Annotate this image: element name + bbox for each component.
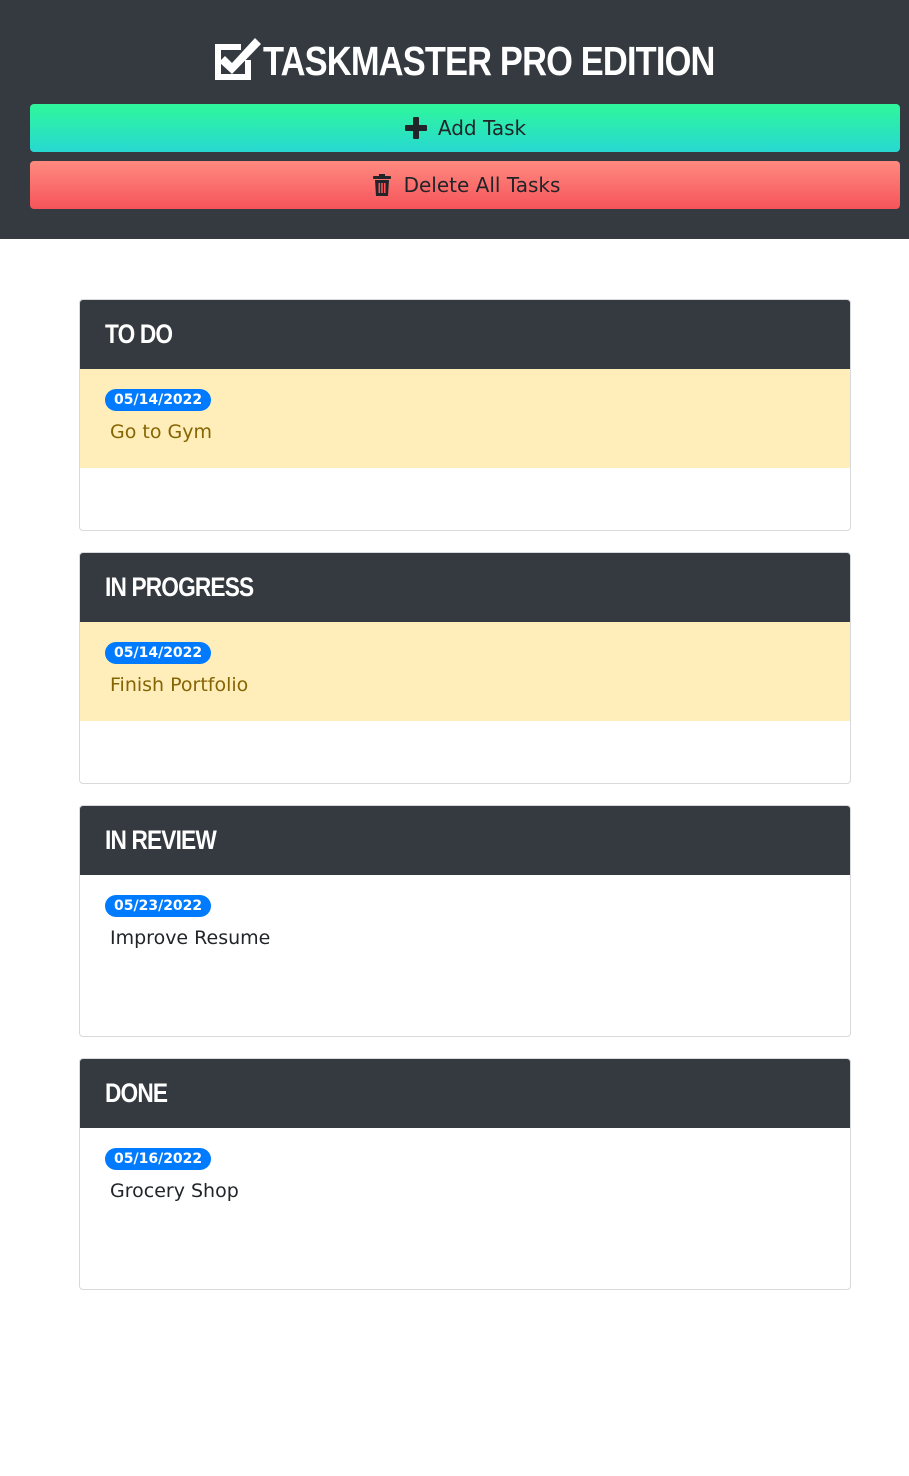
- task-columns: To Do 05/14/2022 Go to Gym In Progress 0…: [79, 299, 851, 1311]
- column-done: Done 05/16/2022 Grocery Shop: [79, 1058, 851, 1290]
- column-title: In Progress: [105, 572, 254, 602]
- task-date-badge[interactable]: 05/16/2022: [105, 1148, 212, 1170]
- column-header: In Progress: [80, 553, 850, 622]
- task-text[interactable]: Go to Gym: [110, 421, 850, 443]
- delete-all-tasks-button[interactable]: Delete All Tasks: [30, 161, 900, 209]
- check-square-icon: [214, 38, 261, 80]
- column-header: To Do: [80, 300, 850, 369]
- app-title: Taskmaster Pro Edition: [262, 37, 715, 84]
- task-item[interactable]: 05/14/2022 Finish Portfolio: [80, 622, 850, 721]
- column-in-review: In Review 05/23/2022 Improve Resume: [79, 805, 851, 1037]
- task-text[interactable]: Grocery Shop: [110, 1180, 850, 1202]
- task-item[interactable]: 05/23/2022 Improve Resume: [80, 875, 850, 974]
- column-title: In Review: [105, 825, 217, 855]
- column-header: Done: [80, 1059, 850, 1128]
- task-item[interactable]: 05/16/2022 Grocery Shop: [80, 1128, 850, 1227]
- add-task-button[interactable]: Add Task: [30, 104, 900, 152]
- task-date-badge[interactable]: 05/14/2022: [105, 642, 212, 664]
- column-title: To Do: [105, 319, 173, 349]
- task-item[interactable]: 05/14/2022 Go to Gym: [80, 369, 850, 468]
- column-title: Done: [105, 1078, 168, 1108]
- column-in-progress: In Progress 05/14/2022 Finish Portfolio: [79, 552, 851, 784]
- task-text[interactable]: Improve Resume: [110, 927, 850, 949]
- task-date-badge[interactable]: 05/14/2022: [105, 389, 212, 411]
- task-date-badge[interactable]: 05/23/2022: [105, 895, 212, 917]
- app-header: Taskmaster Pro Edition Add Task Delete A…: [0, 0, 909, 239]
- column-to-do: To Do 05/14/2022 Go to Gym: [79, 299, 851, 531]
- plus-icon: [404, 116, 428, 140]
- brand: Taskmaster Pro Edition: [0, 34, 909, 88]
- column-header: In Review: [80, 806, 850, 875]
- task-text[interactable]: Finish Portfolio: [110, 674, 850, 696]
- add-task-label: Add Task: [437, 116, 527, 140]
- delete-all-tasks-label: Delete All Tasks: [403, 173, 561, 197]
- trash-icon: [370, 173, 394, 197]
